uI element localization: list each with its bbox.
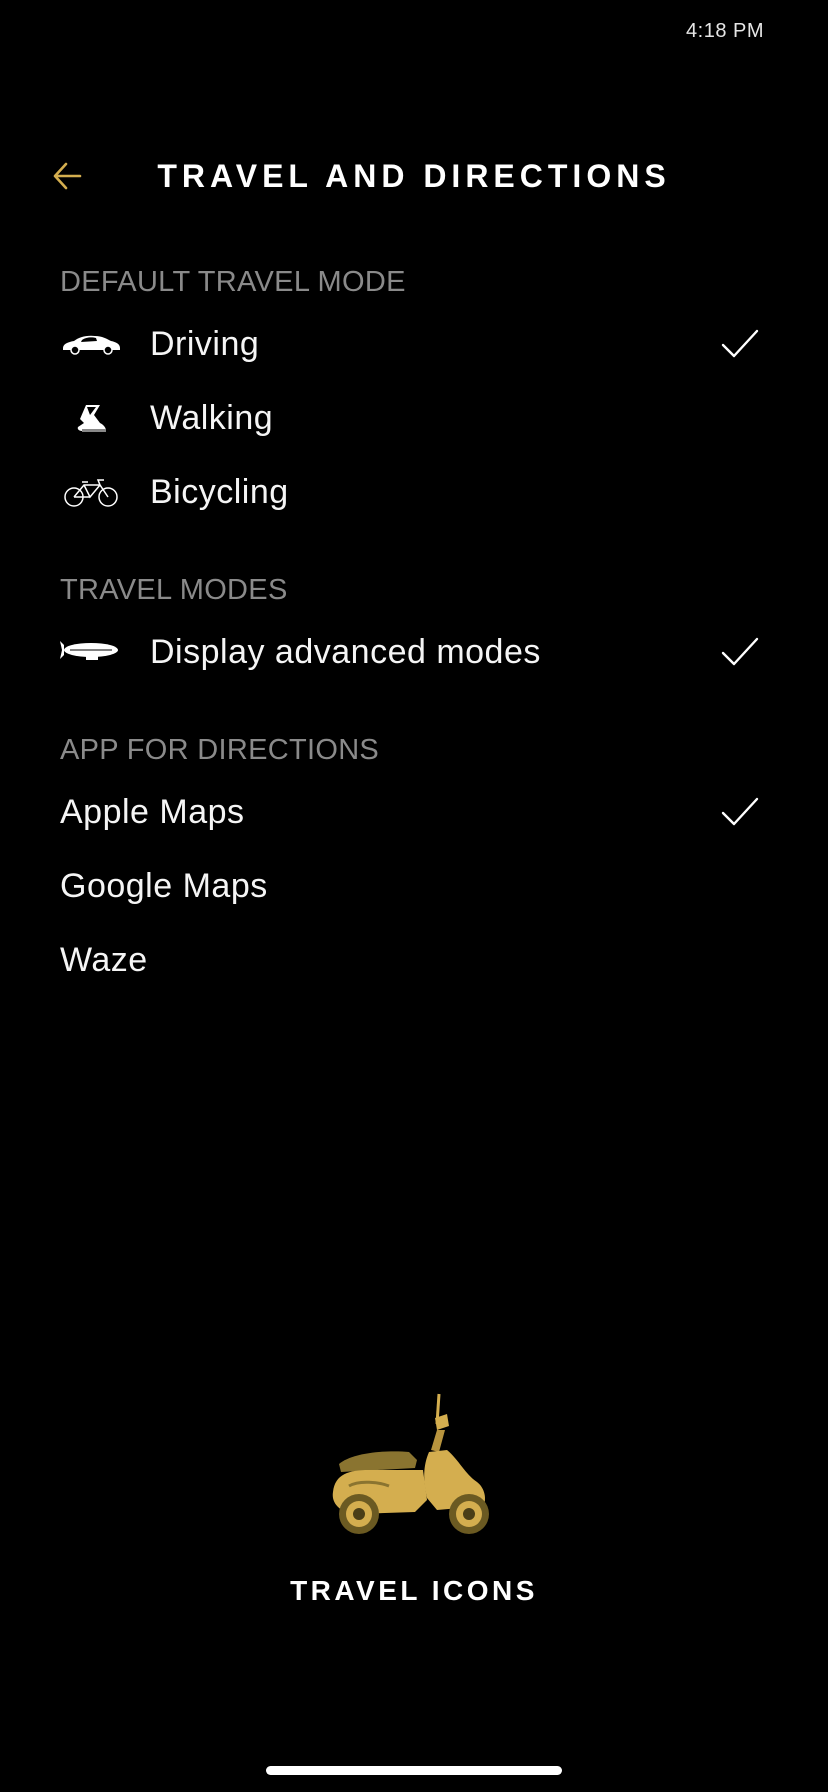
section-heading-travel-modes: TRAVEL MODES — [60, 574, 288, 606]
section-heading-app-for-directions: APP FOR DIRECTIONS — [60, 734, 380, 766]
option-apple-maps[interactable]: Apple Maps — [60, 782, 760, 842]
shoe-icon — [60, 398, 136, 438]
bicycle-icon — [60, 472, 136, 512]
travel-icons-link[interactable]: TRAVEL ICONS — [0, 1575, 828, 1607]
option-driving[interactable]: Driving — [60, 314, 760, 374]
section-heading-default-travel-mode: DEFAULT TRAVEL MODE — [60, 266, 406, 298]
option-bicycling[interactable]: Bicycling — [60, 462, 760, 522]
option-label: Walking — [150, 398, 274, 437]
option-label: Driving — [150, 324, 260, 363]
option-label: Apple Maps — [60, 792, 245, 831]
option-label: Waze — [60, 940, 148, 979]
checkmark-icon — [721, 797, 759, 826]
option-label: Google Maps — [60, 866, 268, 905]
checkmark-icon — [721, 637, 759, 666]
option-google-maps[interactable]: Google Maps — [60, 856, 760, 916]
option-label: Bicycling — [150, 472, 289, 511]
option-waze[interactable]: Waze — [60, 930, 760, 990]
checkmark-icon — [721, 329, 759, 358]
option-display-advanced-modes[interactable]: Display advanced modes — [60, 622, 760, 682]
blimp-icon — [60, 632, 136, 672]
home-indicator[interactable] — [266, 1766, 562, 1775]
scooter-icon[interactable] — [0, 1390, 828, 1545]
status-time: 4:18 PM — [686, 20, 764, 42]
page-title: TRAVEL AND DIRECTIONS — [157, 158, 671, 194]
car-icon — [60, 324, 136, 364]
option-label: Display advanced modes — [150, 632, 541, 671]
option-walking[interactable]: Walking — [60, 388, 760, 448]
